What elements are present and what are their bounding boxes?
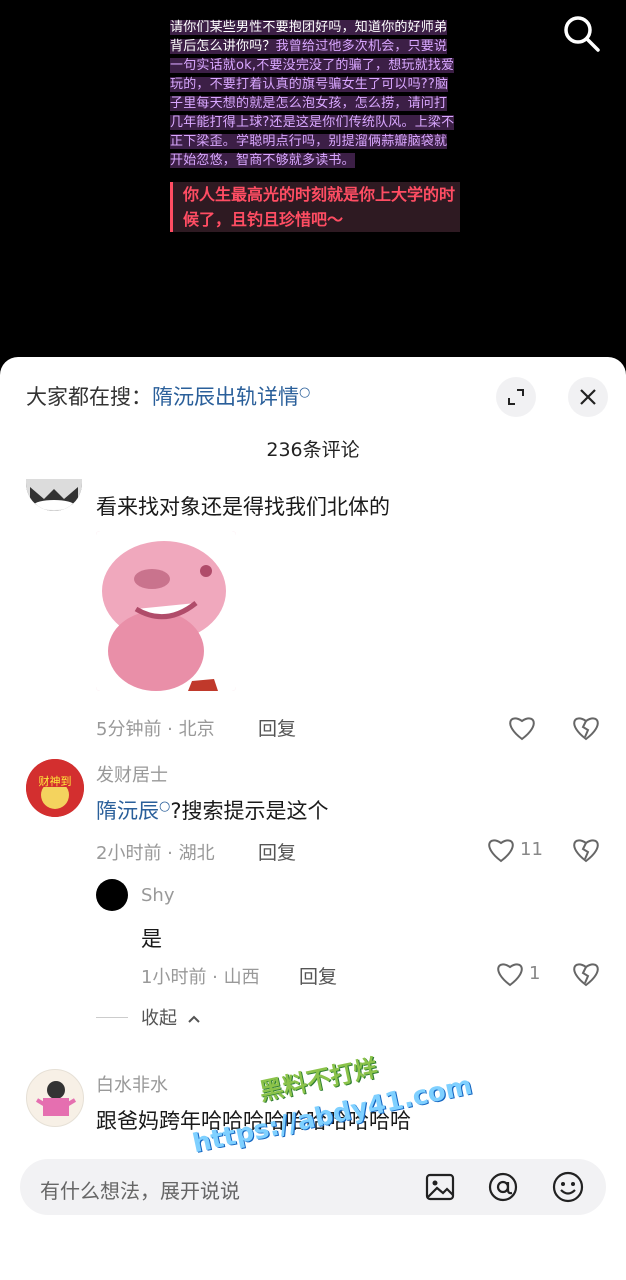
like-button[interactable]: 11 [486,835,543,863]
comment-time-location: 1小时前 · 山西 [141,967,260,988]
avatar-text: 财神到 [39,774,72,788]
image-icon[interactable] [422,1169,458,1205]
hot-search-term[interactable]: 隋沅辰出轨详情 [152,385,299,409]
username[interactable]: 发财居士 [96,761,168,787]
sheet-header: 大家都在搜：隋沅辰出轨详情○ 236条评论 [0,357,626,461]
avatar[interactable]: 财神到 [26,759,84,817]
hot-search-prefix: 大家都在搜： [26,385,152,409]
comment-text-rest: ?搜索提示是这个 [170,799,329,823]
comment-time-location: 5分钟前 · 北京 [96,719,215,740]
search-small-icon: ○ [159,799,171,814]
heart-icon [497,963,523,987]
avatar[interactable] [26,1069,84,1127]
close-icon [580,389,596,405]
username[interactable]: Shy [141,885,175,906]
comment-input-placeholder: 有什么想法，展开说说 [40,1179,240,1203]
video-caption: 请你们某些男性不要抱团好吗，知道你的好师弟背后怎么讲你吗？我曾给过他多次机会，只… [170,18,460,232]
expand-button[interactable] [496,377,536,417]
like-count: 11 [520,838,543,860]
broken-heart-icon[interactable] [571,959,601,987]
comment-sheet: 大家都在搜：隋沅辰出轨详情○ 236条评论 看来找对象还是得找我们北体的 5分钟… [0,357,626,1280]
comment-item: 财神到 发财居士 隋沅辰○?搜索提示是这个 2小时前 · 湖北 回复 11 [0,757,626,877]
comment-input[interactable]: 有什么想法，展开说说 [20,1159,606,1215]
comment-count: 236条评论 [266,439,360,461]
comment-item: 看来找对象还是得找我们北体的 5分钟前 · 北京 回复 [0,475,626,741]
username[interactable]: 白水非水 [96,1071,168,1097]
reply-button[interactable]: 回复 [299,962,337,989]
emoji-icon[interactable] [550,1169,586,1205]
search-icon[interactable] [560,12,604,56]
heart-icon [488,839,514,863]
at-mention-icon[interactable] [485,1169,521,1205]
avatar-image [26,479,82,511]
comment-text: 看来找对象还是得找我们北体的 [96,495,390,519]
like-count: 1 [529,962,541,984]
comment-text: 是 [141,927,162,951]
video-text-purple: 我曾给过他多次机会，只要说一句实话就ok,不要没完没了的骗了，想玩就找爱玩的，不… [170,39,455,168]
video-text-red: 你人生最高光的时刻就是你上大学的时候了，且钓且珍惜吧～ [170,182,460,232]
collapse-label: 收起 [141,1008,177,1029]
search-small-icon: ○ [299,385,311,400]
sticker-image[interactable] [96,531,236,691]
close-button[interactable] [568,377,608,417]
broken-heart-icon[interactable] [571,835,601,863]
collapse-divider [96,1017,128,1018]
reply-button[interactable]: 回复 [258,714,296,741]
collapse-button[interactable]: 收起 [141,1004,201,1030]
broken-heart-icon[interactable] [571,713,601,741]
comment-search-link[interactable]: 隋沅辰 [96,799,159,823]
app-root: 请你们某些男性不要抱团好吗，知道你的好师弟背后怎么讲你吗？我曾给过他多次机会，只… [0,0,626,1280]
avatar[interactable] [96,879,128,911]
avatar[interactable] [26,479,82,511]
comment-text: 隋沅辰○?搜索提示是这个 [96,795,329,825]
expand-icon [508,389,524,405]
like-button[interactable]: 1 [495,959,540,987]
heart-icon[interactable] [507,713,537,741]
video-player[interactable]: 请你们某些男性不要抱团好吗，知道你的好师弟背后怎么讲你吗？我曾给过他多次机会，只… [0,0,626,360]
hot-search[interactable]: 大家都在搜：隋沅辰出轨详情○ [26,381,310,411]
comment-time-location: 2小时前 · 湖北 [96,843,215,864]
chevron-up-icon [188,1015,200,1023]
reply-item: Shy 是 1小时前 · 山西 回复 1 [0,877,626,997]
reply-button[interactable]: 回复 [258,838,296,865]
